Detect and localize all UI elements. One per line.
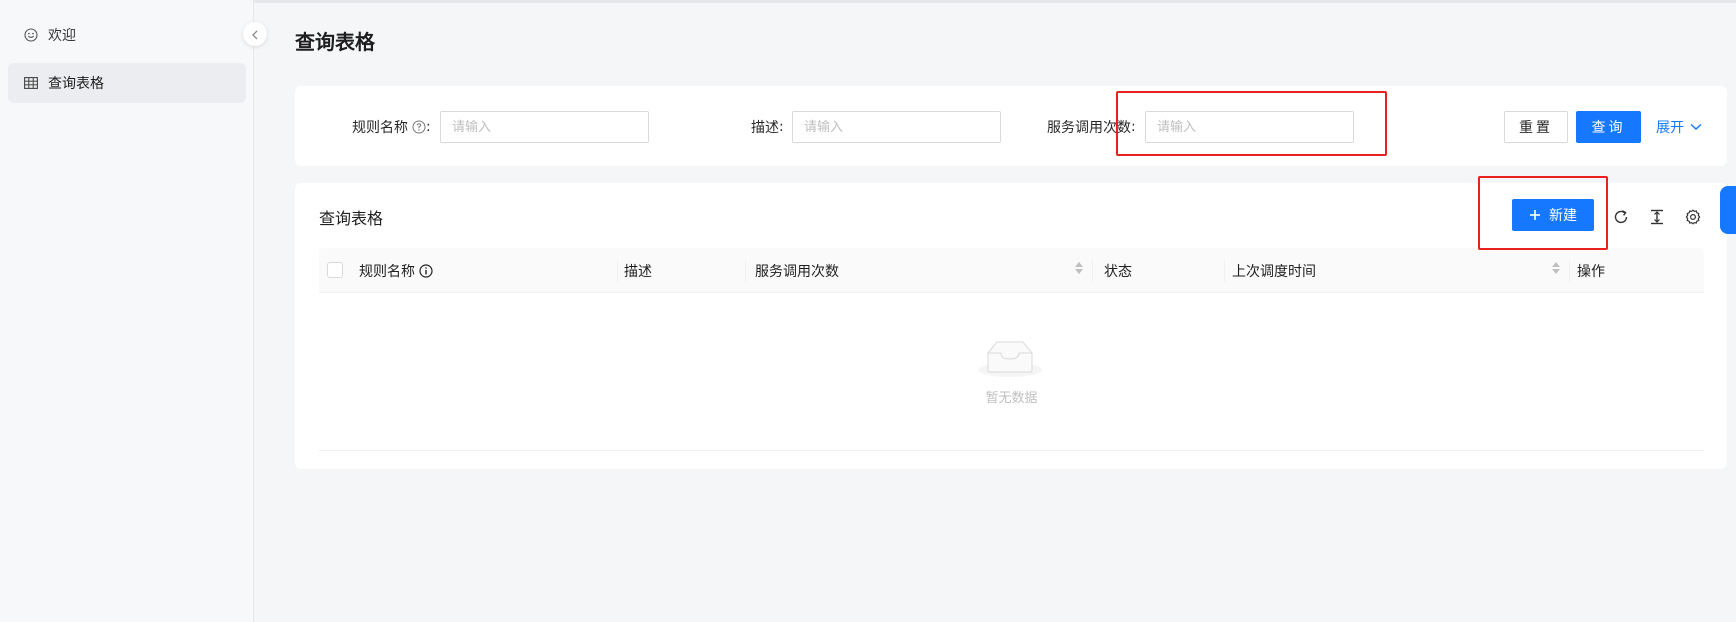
top-border	[0, 0, 1736, 3]
query-button[interactable]: 查询	[1576, 111, 1641, 143]
floating-settings-tab[interactable]	[1720, 186, 1736, 234]
settings-icon[interactable]	[1683, 207, 1703, 227]
empty-text: 暂无数据	[985, 391, 1038, 406]
description-input[interactable]	[792, 111, 1001, 143]
reload-icon[interactable]	[1611, 207, 1631, 227]
empty-state: 暂无数据	[319, 293, 1704, 451]
select-all-checkbox[interactable]	[327, 262, 343, 278]
smile-icon	[23, 27, 39, 43]
column-divider	[617, 260, 618, 282]
column-divider	[1224, 260, 1225, 282]
page-title: 查询表格	[295, 30, 375, 54]
column-divider	[1569, 260, 1570, 282]
sidebar-collapse-button[interactable]	[243, 22, 267, 46]
sidebar-item-query-table[interactable]: 查询表格	[8, 63, 246, 103]
table-card: 查询表格 新建 规则名称 描述 服务调用次数 状态 上次调度时间 操作 暂无数据	[295, 183, 1727, 469]
reset-button[interactable]: 重置	[1504, 111, 1568, 143]
column-header-rule-name: 规则名称	[359, 248, 433, 293]
column-height-icon[interactable]	[1647, 207, 1667, 227]
search-form: 规则名称 : 描述: 服务调用次数: 重置 查询 展开	[295, 86, 1727, 166]
sidebar: 欢迎 查询表格	[0, 0, 254, 622]
sidebar-item-label: 查询表格	[48, 76, 104, 92]
expand-toggle[interactable]: 展开	[1656, 117, 1702, 137]
new-button[interactable]: 新建	[1512, 199, 1594, 231]
chevron-down-icon	[1690, 123, 1702, 131]
table-header: 规则名称 描述 服务调用次数 状态 上次调度时间 操作	[319, 248, 1704, 293]
call-count-input[interactable]	[1145, 111, 1354, 143]
column-header-actions: 操作	[1577, 263, 1605, 280]
table-title: 查询表格	[319, 209, 384, 228]
column-divider	[745, 260, 746, 282]
sidebar-item-label: 欢迎	[48, 28, 76, 44]
sidebar-item-welcome[interactable]: 欢迎	[8, 15, 246, 55]
column-header-call-count[interactable]: 服务调用次数	[755, 248, 839, 293]
table-icon	[23, 75, 39, 91]
column-header-description: 描述	[624, 263, 652, 280]
column-header-status: 状态	[1104, 263, 1132, 280]
call-count-label: 服务调用次数:	[1047, 119, 1136, 136]
sort-icon[interactable]	[1552, 262, 1560, 274]
column-header-last-schedule-time[interactable]: 上次调度时间	[1232, 248, 1316, 293]
column-divider	[1092, 260, 1093, 282]
chevron-left-icon	[251, 25, 259, 44]
inbox-empty-icon	[978, 337, 1042, 382]
rule-name-label: 规则名称 :	[352, 119, 431, 136]
sort-icon[interactable]	[1075, 262, 1083, 274]
rule-name-input[interactable]	[440, 111, 649, 143]
description-label: 描述:	[751, 119, 784, 136]
question-circle-icon[interactable]	[412, 120, 426, 134]
info-circle-icon[interactable]	[419, 263, 433, 278]
plus-icon	[1529, 209, 1541, 221]
